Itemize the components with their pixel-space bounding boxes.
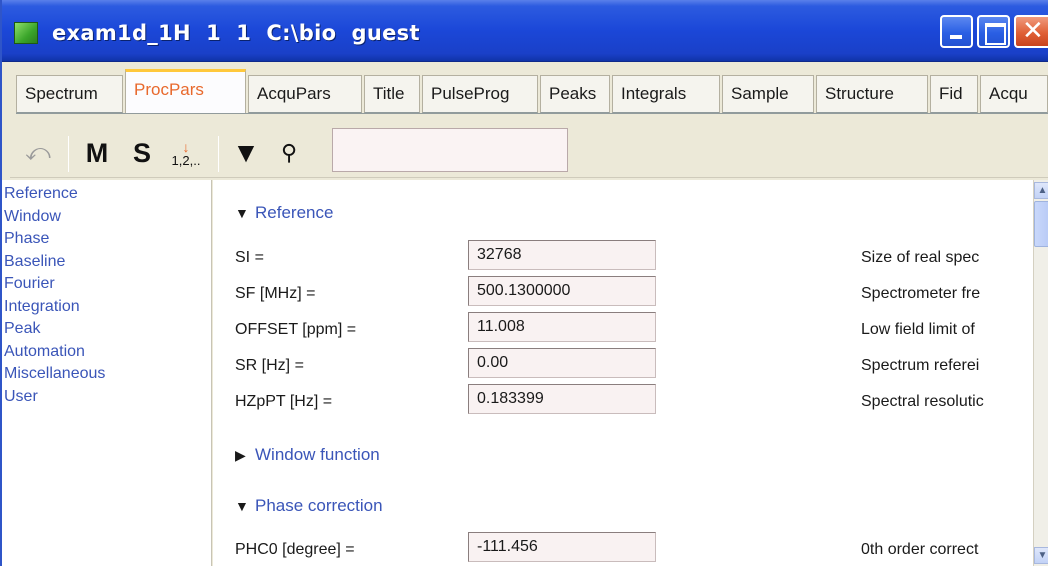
param-offset-label: OFFSET [ppm] =	[235, 321, 357, 338]
expand-triangle-icon: ▼	[235, 498, 249, 514]
nav-automation[interactable]: Automation	[2, 341, 211, 364]
nav-integration[interactable]: Integration	[2, 296, 211, 319]
section-window-function-header[interactable]: ▶ Window function	[235, 445, 380, 465]
param-hzppt-field[interactable]: 0.183399	[468, 384, 656, 414]
param-sf-field[interactable]: 500.1300000	[468, 276, 656, 306]
close-button[interactable]: ✕	[1014, 15, 1048, 48]
param-si-field[interactable]: 32768	[468, 240, 656, 270]
close-icon: ✕	[1022, 16, 1044, 46]
toolbar-divider	[218, 136, 219, 172]
tab-underline	[16, 113, 1048, 114]
param-sf-label: SF [MHz] =	[235, 285, 316, 302]
tab-peaks[interactable]: Peaks	[540, 75, 610, 113]
undo-icon[interactable]: ⤺	[20, 134, 56, 172]
tab-title[interactable]: Title	[364, 75, 420, 113]
number-list-label: 1,2,..	[171, 152, 201, 168]
vertical-scrollbar[interactable]: ▲ ▼	[1033, 180, 1048, 566]
title-bar[interactable]: exam1d_1H 1 1 C:\bio guest ✕	[2, 0, 1048, 62]
nav-miscellaneous[interactable]: Miscellaneous	[2, 363, 211, 386]
nav-user[interactable]: User	[2, 386, 211, 409]
procpars-window: exam1d_1H 1 1 C:\bio guest ✕ Spectrum Pr…	[0, 0, 1048, 566]
section-reference-title: Reference	[255, 203, 334, 222]
section-reference-header[interactable]: ▼ Reference	[235, 203, 333, 223]
tab-spectrum[interactable]: Spectrum	[16, 75, 123, 113]
param-sr-field[interactable]: 0.00	[468, 348, 656, 378]
topspin-icon	[14, 22, 38, 44]
nav-phase[interactable]: Phase	[2, 228, 211, 251]
window-title: exam1d_1H 1 1 C:\bio guest	[52, 21, 420, 45]
param-si-desc: Size of real spec	[861, 249, 980, 266]
tab-sample[interactable]: Sample	[722, 75, 814, 113]
tab-bar: Spectrum ProcPars AcquPars Title PulsePr…	[2, 64, 1048, 128]
minimize-button[interactable]	[940, 15, 973, 48]
tab-procpars[interactable]: ProcPars	[125, 69, 246, 114]
m-button[interactable]: M	[82, 134, 112, 172]
scroll-down-icon[interactable]: ▼	[1034, 547, 1048, 564]
section-window-function-title: Window function	[255, 445, 380, 464]
binoculars-icon[interactable]: ⚲	[273, 134, 305, 172]
tab-acqu[interactable]: Acqu	[980, 75, 1048, 113]
number-list-button[interactable]: ↓ 1,2,..	[165, 134, 207, 172]
down-arrow-icon: ↓	[182, 138, 190, 155]
param-phc0-desc: 0th order correct	[861, 541, 979, 558]
tab-acqupars[interactable]: AcquPars	[248, 75, 362, 113]
param-sr-label: SR [Hz] =	[235, 357, 304, 374]
s-button[interactable]: S	[127, 134, 157, 172]
section-phase-correction-header[interactable]: ▼ Phase correction	[235, 496, 383, 516]
nav-reference[interactable]: Reference	[2, 183, 211, 206]
collapsed-triangle-icon: ▶	[235, 447, 246, 463]
nav-baseline[interactable]: Baseline	[2, 251, 211, 274]
search-input[interactable]	[332, 128, 568, 172]
param-hzppt-desc: Spectral resolutic	[861, 393, 984, 410]
expand-triangle-icon: ▼	[235, 205, 249, 221]
parameter-group-list: Reference Window Phase Baseline Fourier …	[2, 180, 212, 566]
param-sr-desc: Spectrum referei	[861, 357, 980, 374]
scroll-thumb[interactable]	[1034, 201, 1048, 247]
param-phc0-label: PHC0 [degree] =	[235, 541, 355, 558]
parameter-editor: ▼ Reference SI = 32768 Size of real spec …	[213, 180, 1033, 566]
scroll-up-icon[interactable]: ▲	[1034, 182, 1048, 199]
param-si-label: SI =	[235, 249, 264, 266]
param-sf-desc: Spectrometer fre	[861, 285, 981, 302]
toolbar: ⤺ M S ↓ 1,2,.. ▼ ⚲	[10, 128, 1048, 178]
nav-fourier[interactable]: Fourier	[2, 273, 211, 296]
nav-window[interactable]: Window	[2, 206, 211, 229]
param-offset-desc: Low field limit of	[861, 321, 975, 338]
tab-fid[interactable]: Fid	[930, 75, 978, 113]
nav-peak[interactable]: Peak	[2, 318, 211, 341]
param-hzppt-label: HZpPT [Hz] =	[235, 393, 333, 410]
filter-icon[interactable]: ▼	[232, 134, 260, 172]
section-phase-correction-title: Phase correction	[255, 496, 383, 515]
maximize-button[interactable]	[977, 15, 1010, 48]
tab-integrals[interactable]: Integrals	[612, 75, 720, 113]
toolbar-divider	[68, 136, 69, 172]
tab-pulseprog[interactable]: PulseProg	[422, 75, 538, 113]
param-offset-field[interactable]: 11.008	[468, 312, 656, 342]
tab-structure[interactable]: Structure	[816, 75, 928, 113]
param-phc0-field[interactable]: -111.456	[468, 532, 656, 562]
